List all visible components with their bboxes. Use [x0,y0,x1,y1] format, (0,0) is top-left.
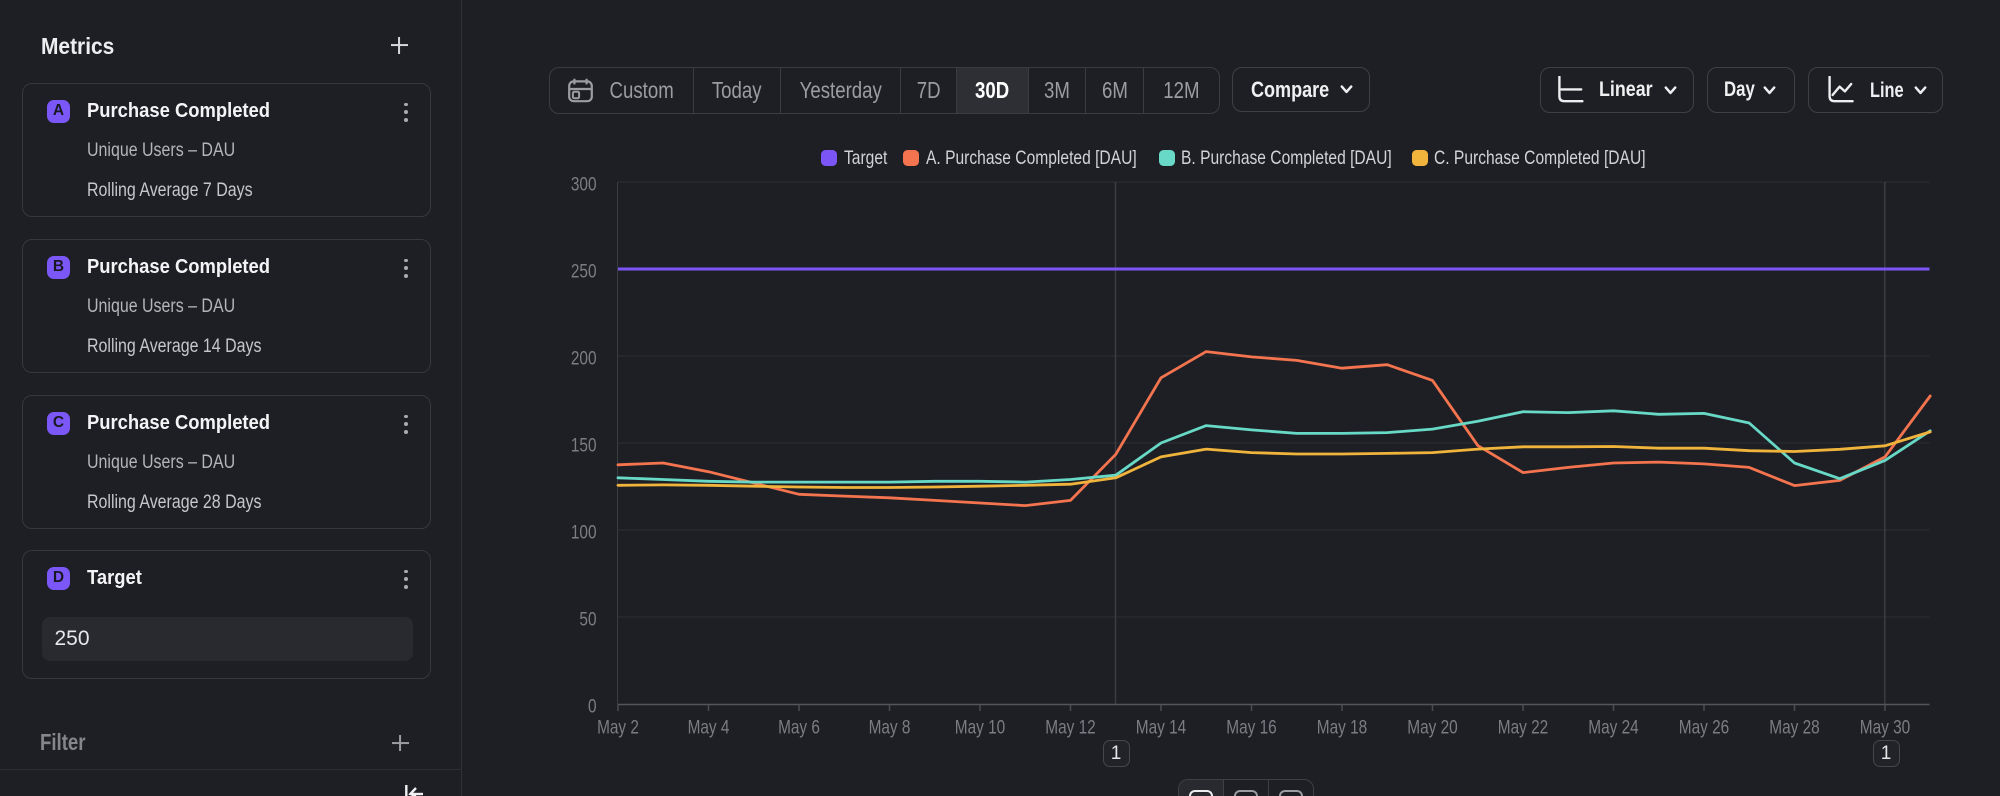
svg-text:May 18: May 18 [1317,716,1367,738]
svg-text:May 26: May 26 [1679,716,1729,738]
svg-text:50: 50 [579,608,596,630]
svg-text:May 6: May 6 [778,716,820,738]
svg-text:100: 100 [571,521,597,543]
svg-text:May 28: May 28 [1769,716,1819,738]
svg-text:May 16: May 16 [1226,716,1276,738]
svg-text:May 10: May 10 [955,716,1005,738]
svg-text:May 8: May 8 [869,716,911,738]
svg-text:May 4: May 4 [688,716,730,738]
svg-text:200: 200 [571,347,597,369]
svg-text:250: 250 [571,260,597,282]
svg-text:May 2: May 2 [597,716,639,738]
svg-text:150: 150 [571,434,597,456]
svg-text:May 22: May 22 [1498,716,1548,738]
svg-text:May 20: May 20 [1407,716,1457,738]
svg-text:0: 0 [588,695,597,717]
svg-text:May 14: May 14 [1136,716,1187,738]
svg-text:May 30: May 30 [1860,716,1910,738]
svg-text:May 12: May 12 [1045,716,1095,738]
svg-text:May 24: May 24 [1588,716,1639,738]
svg-text:300: 300 [571,173,597,195]
